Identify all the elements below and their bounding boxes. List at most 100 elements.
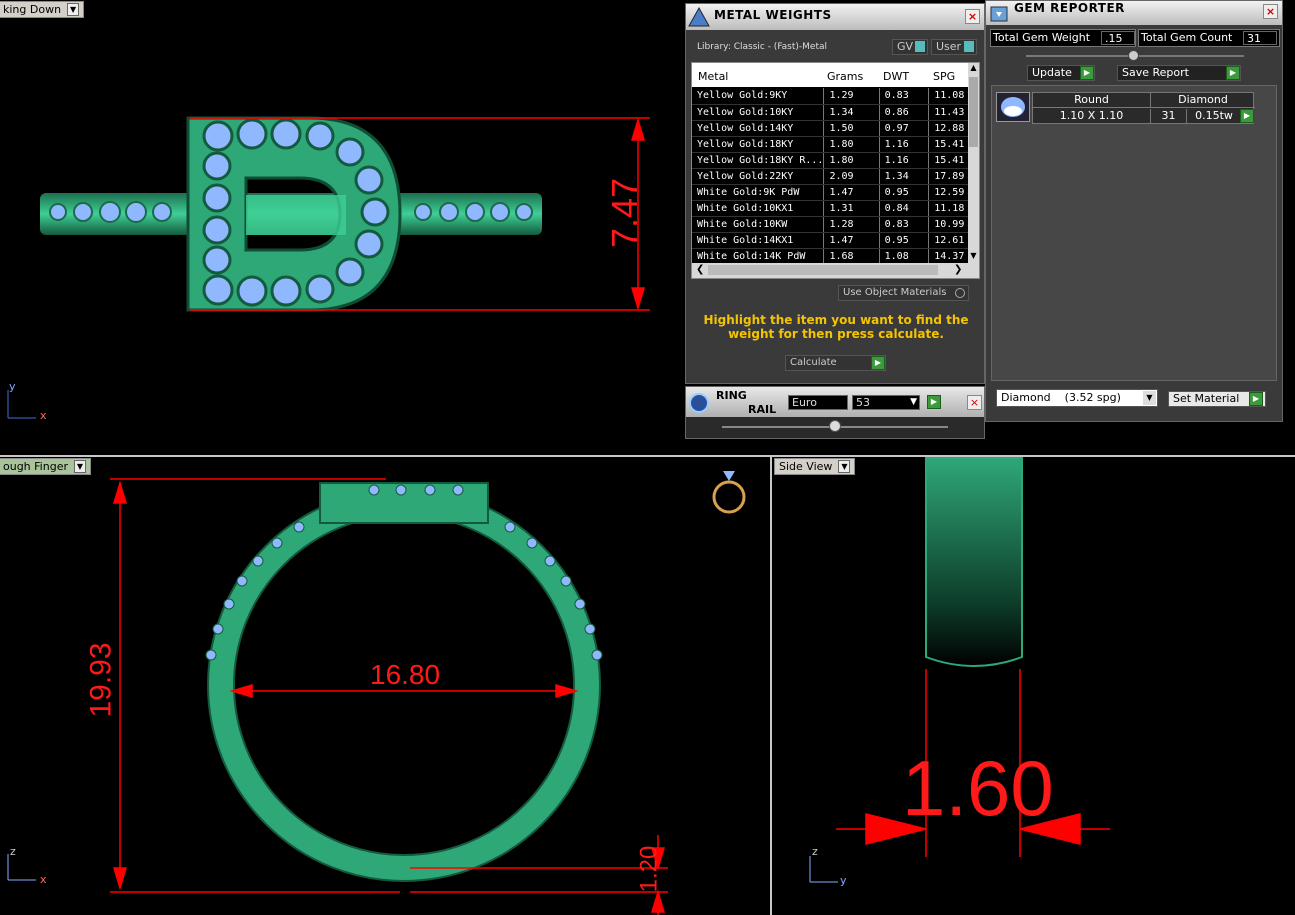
close-icon[interactable]: × [967, 395, 982, 410]
table-row[interactable]: Yellow Gold:9KY 1.29 0.83 11.08 [692, 88, 969, 105]
table-row[interactable]: White Gold:9K PdW 1.47 0.95 12.59 [692, 184, 969, 201]
table-row[interactable]: Yellow Gold:14KY 1.50 0.97 12.88 [692, 120, 969, 137]
gem-reporter-titlebar[interactable]: GEM REPORTER × [986, 1, 1282, 25]
spg-cell: 11.18 [928, 200, 969, 217]
ring-size-value: 53 [856, 396, 870, 409]
metal-weights-panel: METAL WEIGHTS × Library: Classic - (Fast… [685, 3, 985, 384]
metal-name-cell: Yellow Gold:18KY R... [692, 152, 825, 169]
close-icon[interactable]: × [1263, 4, 1278, 19]
table-row[interactable]: Yellow Gold:18KY 1.80 1.16 15.41 [692, 136, 969, 153]
dim-inner-diameter: 16.80 [370, 659, 441, 690]
gem-weight: 0.15tw [1195, 109, 1233, 122]
spg-cell: 14.37 [928, 248, 969, 264]
update-label: Update [1032, 66, 1072, 79]
viewport-divider-horizontal[interactable] [0, 455, 1295, 457]
calculate-label: Calculate [790, 357, 837, 368]
grams-cell: 1.50 [823, 120, 880, 137]
gem-reporter-title: GEM REPORTER [1014, 1, 1125, 15]
hscroll-thumb[interactable] [708, 265, 938, 275]
save-report-button[interactable]: Save Report [1117, 65, 1241, 81]
ring-rail-titlebar[interactable]: RING RAIL Euro 53 ▼ ▶ × [686, 387, 984, 417]
grams-cell: 2.09 [823, 168, 880, 185]
ring-side-render [809, 457, 1110, 883]
slider-handle-icon[interactable] [829, 420, 841, 432]
ring-rail-panel: RING RAIL Euro 53 ▼ ▶ × [685, 386, 985, 439]
gem-list[interactable]: Round Diamond 1.10 X 1.10 31 0.15tw ▶ [991, 85, 1277, 381]
total-count-box: Total Gem Count 31 [1138, 29, 1280, 47]
library-label: Library: Classic - (Fast)-Metal [697, 42, 828, 52]
grams-cell: 1.28 [823, 216, 880, 233]
gv-label: GV [897, 40, 914, 53]
scroll-down-icon[interactable]: ▼ [968, 251, 979, 263]
viewport-divider-vertical[interactable] [770, 455, 772, 915]
metal-table-header[interactable]: Metal Grams DWT SPG [692, 63, 969, 87]
save-report-go-icon[interactable]: ▶ [1226, 66, 1240, 80]
col-metal[interactable]: Metal [698, 70, 728, 83]
axis-x-label-front: x [40, 873, 47, 886]
viewport-side-name: Side View [779, 460, 833, 473]
grams-cell: 1.31 [823, 200, 880, 217]
gv-toggle[interactable]: GV [892, 39, 928, 55]
scroll-up-icon[interactable]: ▲ [968, 63, 979, 75]
close-icon[interactable]: × [965, 9, 980, 24]
ring-size-select[interactable]: 53 ▼ [852, 395, 920, 410]
scroll-thumb[interactable] [969, 77, 978, 147]
table-row[interactable]: Yellow Gold:18KY R... 1.80 1.16 15.41 [692, 152, 969, 169]
scroll-left-icon[interactable]: ❮ [696, 264, 704, 275]
chevron-down-icon[interactable]: ▼ [1143, 391, 1156, 405]
ring-rail-apply-icon[interactable]: ▶ [927, 395, 941, 409]
grams-cell: 1.80 [823, 136, 880, 153]
spg-cell: 17.89 [928, 168, 969, 185]
metal-table-vscrollbar[interactable]: ▲ ▼ [968, 63, 979, 263]
axis-z-label-side: z [812, 845, 818, 858]
metal-table-container[interactable]: Metal Grams DWT SPG Yellow Gold:9KY 1.29 0… [691, 62, 980, 279]
metal-table-hscrollbar[interactable]: ❮ ❯ [692, 263, 979, 278]
total-weight-box: Total Gem Weight .15 [990, 29, 1136, 47]
set-material-go-icon[interactable]: ▶ [1249, 392, 1263, 406]
metal-name-cell: White Gold:9K PdW [692, 184, 825, 201]
material-select[interactable]: Diamond (3.52 spg) ▼ [996, 389, 1158, 407]
metal-name-cell: Yellow Gold:18KY [692, 136, 825, 153]
ring-standard-field[interactable]: Euro [788, 395, 848, 410]
spg-cell: 11.43 [928, 104, 969, 121]
gem-material: Diamond [1151, 93, 1255, 108]
metal-name-cell: Yellow Gold:9KY [692, 88, 825, 105]
user-label: User [936, 40, 962, 53]
viewport-side[interactable]: 1.60 z y Side View ▼ [772, 457, 1295, 915]
viewport-side-label[interactable]: Side View ▼ [774, 458, 856, 475]
update-go-icon[interactable]: ▶ [1080, 66, 1094, 80]
metal-table: Yellow Gold:9KY 1.29 0.83 11.08 Yellow Gold:… [692, 88, 969, 264]
gem-thumbnail[interactable] [996, 92, 1030, 122]
grams-cell: 1.29 [823, 88, 880, 105]
viewport-top-label[interactable]: king Down ▼ [0, 1, 85, 18]
table-row[interactable]: White Gold:14KX1 1.47 0.95 12.61 [692, 232, 969, 249]
chevron-down-icon[interactable]: ▼ [838, 460, 851, 473]
viewport-front-label[interactable]: ough Finger ▼ [0, 458, 91, 475]
slider-handle-icon[interactable] [1128, 50, 1139, 61]
table-row[interactable]: Yellow Gold:22KY 2.09 1.34 17.89 [692, 168, 969, 185]
col-spg[interactable]: SPG [933, 70, 955, 83]
col-dwt[interactable]: DWT [883, 70, 909, 83]
table-row[interactable]: Yellow Gold:10KY 1.34 0.86 11.43 [692, 104, 969, 121]
metal-weights-titlebar[interactable]: METAL WEIGHTS × [686, 4, 984, 30]
chevron-down-icon[interactable]: ▼ [73, 460, 86, 473]
user-toggle[interactable]: User [931, 39, 977, 55]
col-grams[interactable]: Grams [827, 70, 863, 83]
scroll-right-icon[interactable]: ❯ [954, 264, 962, 275]
table-row[interactable]: White Gold:10KX1 1.31 0.84 11.18 [692, 200, 969, 217]
viewport-front[interactable]: 19.93 16.80 1.20 z x ough Finger ▼ [0, 457, 770, 915]
spg-cell: 12.59 [928, 184, 969, 201]
gem-row[interactable]: Round Diamond 1.10 X 1.10 31 0.15tw [1032, 92, 1255, 124]
spg-cell: 11.08 [928, 88, 969, 105]
chevron-down-icon[interactable]: ▼ [910, 396, 917, 409]
viewport-top[interactable]: 7.47 y x king Down ▼ [0, 0, 770, 455]
chevron-down-icon[interactable]: ▼ [67, 3, 80, 16]
dwt-cell: 1.34 [879, 168, 930, 185]
dim-height-top: 7.47 [604, 177, 646, 249]
table-row[interactable]: White Gold:10KW 1.28 0.83 10.99 [692, 216, 969, 233]
gem-row-go-icon[interactable]: ▶ [1240, 109, 1254, 123]
table-row[interactable]: White Gold:14K PdW 1.68 1.08 14.37 [692, 248, 969, 264]
use-object-materials-toggle[interactable]: Use Object Materials [838, 285, 969, 301]
diamond-icon [1001, 97, 1025, 117]
calculate-go-icon[interactable]: ▶ [871, 356, 885, 370]
